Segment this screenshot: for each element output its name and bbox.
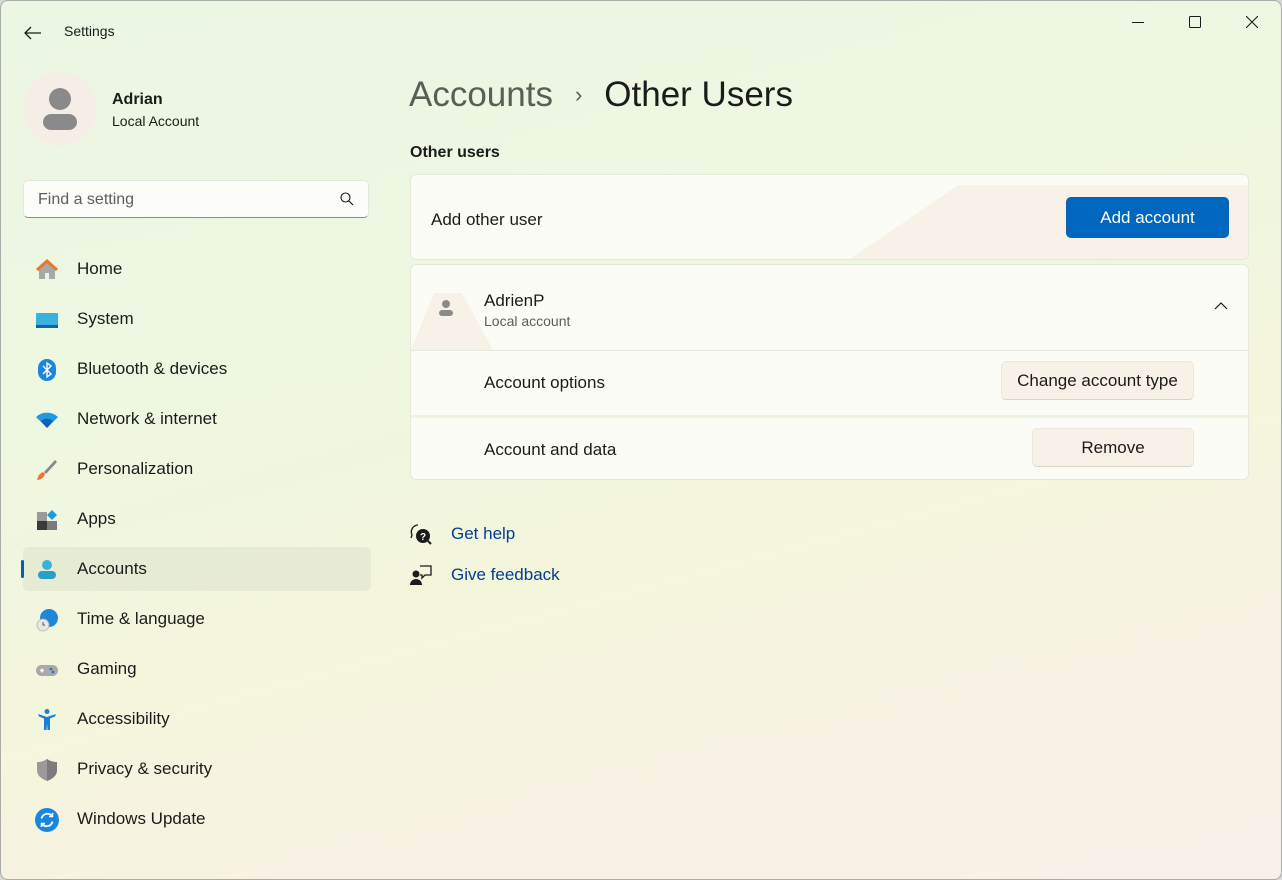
sidebar-item-gaming[interactable]: Gaming <box>23 647 371 691</box>
apps-icon <box>37 510 57 530</box>
sidebar-item-label: Apps <box>77 509 116 528</box>
close-icon <box>1246 16 1258 28</box>
sidebar-item-label: Personalization <box>77 459 194 478</box>
user-account-card: AdrienP Local account Account options Ch… <box>410 264 1249 480</box>
sidebar-item-label: Network & internet <box>77 409 217 428</box>
add-other-user-card: Add other user Add account <box>410 174 1249 260</box>
change-account-type-button[interactable]: Change account type <box>1001 361 1194 400</box>
search-box[interactable] <box>23 180 369 219</box>
breadcrumb: Accounts › Other Users <box>409 75 793 115</box>
chevron-right-icon: › <box>574 82 583 107</box>
get-help-label: Get help <box>451 524 516 543</box>
person-icon <box>43 88 77 130</box>
accounts-icon <box>38 560 56 579</box>
sidebar-item-time-language[interactable]: Time & language <box>23 597 371 641</box>
give-feedback-label: Give feedback <box>451 565 560 584</box>
sidebar-item-label: Windows Update <box>77 809 206 828</box>
minimize-button[interactable] <box>1115 9 1161 35</box>
section-title: Other users <box>410 144 500 161</box>
search-input[interactable] <box>36 181 330 219</box>
account-options-label: Account options <box>484 373 605 392</box>
gamepad-icon <box>36 665 58 676</box>
sidebar-item-label: Home <box>77 259 123 278</box>
account-and-data-label: Account and data <box>484 440 617 459</box>
user-account-type: Local account <box>484 313 571 329</box>
sidebar-item-bluetooth[interactable]: Bluetooth & devices <box>23 347 371 391</box>
person-icon <box>439 300 453 316</box>
profile-name: Adrian <box>112 91 163 108</box>
sidebar-item-privacy-security[interactable]: Privacy & security <box>23 747 371 791</box>
chevron-up-icon[interactable] <box>1214 299 1228 313</box>
sidebar-item-personalization[interactable]: Personalization <box>23 447 371 491</box>
sidebar-nav: Home System Bluetooth & devices Network … <box>21 247 371 847</box>
bluetooth-icon <box>38 359 56 381</box>
system-icon <box>36 313 58 328</box>
sidebar-item-apps[interactable]: Apps <box>23 497 371 541</box>
home-icon <box>35 258 59 279</box>
user-account-header[interactable]: AdrienP Local account <box>411 265 1248 351</box>
help-icon: ? <box>410 524 432 545</box>
back-button[interactable] <box>19 19 47 47</box>
add-account-button[interactable]: Add account <box>1066 197 1229 238</box>
minimize-icon <box>1132 22 1144 23</box>
title-bar: Settings <box>1 1 1281 57</box>
sidebar-item-label: System <box>77 309 134 328</box>
sidebar-item-label: Time & language <box>77 609 205 628</box>
maximize-icon <box>1189 16 1201 28</box>
sidebar-item-windows-update[interactable]: Windows Update <box>23 797 371 841</box>
sidebar-item-label: Accounts <box>77 559 147 578</box>
breadcrumb-parent-link[interactable]: Accounts <box>409 75 553 115</box>
page-title: Other Users <box>604 75 793 114</box>
sidebar-item-label: Privacy & security <box>77 759 213 778</box>
user-account-name: AdrienP <box>484 291 545 310</box>
give-feedback-link[interactable]: Give feedback <box>409 563 560 587</box>
shield-icon <box>37 759 57 781</box>
svg-text:?: ? <box>420 532 426 543</box>
feedback-icon <box>410 565 432 585</box>
sidebar-item-label: Gaming <box>77 659 137 678</box>
get-help-link[interactable]: ? Get help <box>409 522 515 546</box>
add-other-user-label: Add other user <box>431 210 543 229</box>
sidebar-item-home[interactable]: Home <box>23 247 371 291</box>
wifi-icon <box>36 412 58 428</box>
sidebar-item-accounts[interactable]: Accounts <box>21 547 371 591</box>
account-options-row: Account options Change account type <box>411 351 1248 418</box>
selected-indicator <box>21 560 24 578</box>
sidebar-item-accessibility[interactable]: Accessibility <box>23 697 371 741</box>
sidebar-item-system[interactable]: System <box>23 297 371 341</box>
time-language-icon <box>36 609 58 632</box>
paintbrush-icon <box>37 460 57 480</box>
maximize-button[interactable] <box>1172 9 1218 35</box>
account-and-data-row: Account and data Remove <box>411 418 1248 479</box>
remove-button[interactable]: Remove <box>1032 428 1194 467</box>
sidebar-item-label: Bluetooth & devices <box>77 359 228 378</box>
profile-account-type: Local Account <box>112 113 200 129</box>
update-icon <box>35 808 59 832</box>
app-title: Settings <box>64 23 115 39</box>
profile-avatar[interactable] <box>23 72 97 146</box>
accessibility-icon <box>38 709 56 730</box>
arrow-left-icon <box>24 26 41 40</box>
close-button[interactable] <box>1229 9 1275 35</box>
sidebar-item-network[interactable]: Network & internet <box>23 397 371 441</box>
sidebar-item-label: Accessibility <box>77 709 170 728</box>
settings-window: Settings Adrian Local Account Home Syste… <box>0 0 1282 880</box>
search-icon[interactable] <box>340 192 354 206</box>
